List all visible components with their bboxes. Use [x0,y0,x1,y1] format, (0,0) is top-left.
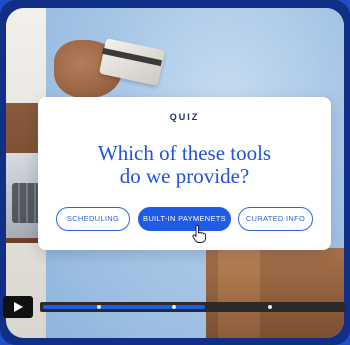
quiz-modal: QUIZ Which of these tools do we provide?… [38,97,331,250]
progress-bar[interactable] [40,302,346,312]
option-curated-info-button[interactable]: CURATED INFO [238,207,313,231]
video-frame: QUIZ Which of these tools do we provide?… [0,0,350,345]
option-built-in-payments-button[interactable]: BUILT-IN PAYMENETS [138,207,231,231]
video-controls [0,292,350,328]
quiz-question-line-1: Which of these tools [97,141,272,165]
progress-fill [43,305,205,309]
option-scheduling-button[interactable]: SCHEDULING [56,207,130,231]
chapter-marker-1[interactable] [97,305,101,309]
hand-cursor-icon [192,225,206,243]
quiz-question: Which of these tools do we provide? [48,142,321,188]
quiz-question-line-2: do we provide? [119,164,250,188]
chapter-marker-3[interactable] [268,305,272,309]
quiz-options: SCHEDULING BUILT-IN PAYMENETS CURATED IN… [38,207,331,231]
chapter-marker-2[interactable] [172,305,176,309]
quiz-label: QUIZ [169,112,200,122]
play-icon[interactable] [3,296,33,318]
